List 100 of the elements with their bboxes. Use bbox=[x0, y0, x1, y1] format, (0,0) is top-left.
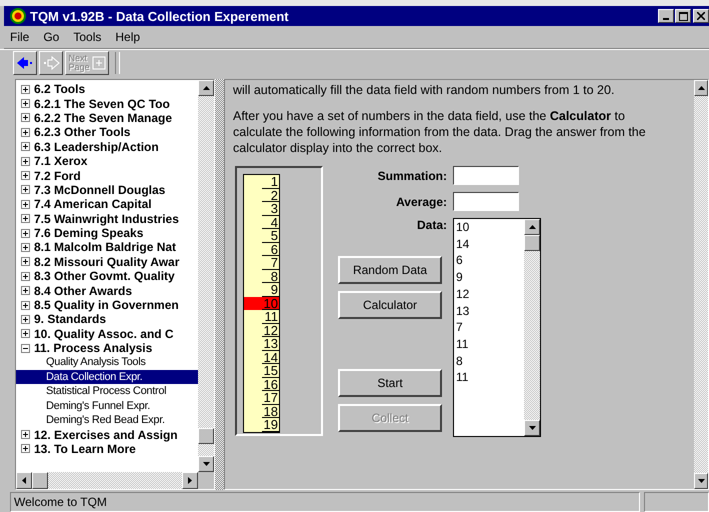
input-field[interactable] bbox=[453, 166, 519, 185]
tree-item[interactable]: Data Collection Expr. bbox=[16, 370, 198, 384]
tape-row-text: 14 bbox=[261, 350, 279, 364]
expander-icon[interactable] bbox=[21, 128, 30, 137]
instruction-text: After you have a set of numbers in the data field, use the Calculator to calculate the following information from the data. Drag the answer from the calculator display into the correct box. bbox=[233, 108, 647, 156]
expander-icon[interactable] bbox=[21, 171, 30, 180]
data-value: 11 bbox=[456, 369, 470, 386]
tree-item[interactable]: Quality Analysis Tools bbox=[16, 355, 198, 370]
expander-icon[interactable] bbox=[21, 286, 30, 296]
tape-row-text: 12 bbox=[261, 324, 279, 337]
expander-icon[interactable] bbox=[21, 300, 30, 310]
expander-icon[interactable] bbox=[21, 228, 30, 238]
tape-row-text: 18 bbox=[261, 404, 279, 418]
expander-icon[interactable] bbox=[21, 185, 30, 194]
expander-icon[interactable] bbox=[21, 430, 30, 440]
scrollbar[interactable] bbox=[694, 80, 708, 489]
expander-icon[interactable] bbox=[21, 444, 30, 454]
app-icon bbox=[10, 8, 26, 24]
expander-icon[interactable] bbox=[21, 142, 30, 152]
expander-icon[interactable] bbox=[21, 214, 30, 224]
expander-icon[interactable] bbox=[21, 314, 30, 324]
tree-item[interactable]: 7.3 McDonnell Douglas bbox=[34, 182, 166, 197]
tape-row: 11 bbox=[244, 310, 279, 324]
tree-item[interactable]: 7.5 Wainwright Industries bbox=[34, 212, 179, 226]
tree-item[interactable]: 8.2 Missouri Quality Awar bbox=[34, 254, 180, 269]
data-value: 7 bbox=[456, 319, 464, 336]
tape-row-text: 13 bbox=[261, 337, 279, 350]
tree-item[interactable]: 9. Standards bbox=[34, 312, 106, 326]
tree-item[interactable]: 6.2.2 The Seven Manage bbox=[34, 110, 172, 125]
tape-row: 8 bbox=[244, 270, 279, 283]
menu-item[interactable]: Help bbox=[115, 30, 140, 44]
maximize-button[interactable] bbox=[675, 9, 691, 23]
tape-row-text: 17 bbox=[261, 391, 279, 404]
tape-row: 10 bbox=[244, 296, 279, 310]
tree-item[interactable]: 7.6 Deming Speaks bbox=[34, 226, 144, 240]
menu-item[interactable]: Go bbox=[43, 30, 60, 44]
expander-icon[interactable] bbox=[21, 257, 30, 266]
tree-item[interactable]: 8.1 Malcolm Baldrige Nat bbox=[34, 240, 176, 254]
scrollbar[interactable] bbox=[198, 80, 214, 472]
expander-icon[interactable] bbox=[21, 156, 30, 166]
tree-item[interactable]: 6.2 Tools bbox=[34, 82, 86, 96]
tree-item[interactable]: Deming's Red Bead Expr. bbox=[16, 412, 198, 428]
data-value: 11 bbox=[456, 336, 470, 353]
tree-item[interactable]: 6.2.1 The Seven QC Too bbox=[34, 96, 170, 111]
field-label: Data: bbox=[416, 218, 447, 232]
tree-item[interactable]: 12. Exercises and Assign bbox=[34, 428, 178, 442]
data-value: 10 bbox=[456, 219, 470, 236]
right-arrow-icon bbox=[188, 477, 192, 484]
tree-item[interactable]: 8.5 Quality in Governmen bbox=[34, 298, 179, 312]
tree-item[interactable]: 6.2.3 Other Tools bbox=[34, 125, 130, 140]
tree-item[interactable]: 6.3 Leadership/Action bbox=[34, 140, 159, 154]
expander-icon[interactable] bbox=[21, 329, 30, 338]
close-button[interactable] bbox=[693, 9, 709, 23]
scrollbar[interactable] bbox=[16, 472, 198, 489]
expander-icon[interactable] bbox=[21, 242, 30, 252]
data-value: 13 bbox=[456, 302, 470, 320]
tape-row: 4 bbox=[244, 216, 279, 229]
tree-item[interactable]: Deming's Funnel Expr. bbox=[16, 398, 198, 413]
up-arrow-icon bbox=[528, 225, 536, 229]
data-value: 14 bbox=[456, 236, 470, 252]
expander-icon[interactable] bbox=[21, 200, 30, 209]
action-button[interactable]: Start bbox=[338, 369, 442, 397]
tape-row: 2 bbox=[244, 188, 279, 202]
input-field[interactable] bbox=[453, 192, 519, 211]
expander-icon[interactable] bbox=[21, 113, 30, 122]
scroll-thumb[interactable] bbox=[198, 428, 214, 444]
expander-icon[interactable] bbox=[21, 84, 30, 94]
tape-row: 5 bbox=[244, 229, 279, 242]
scroll-thumb[interactable] bbox=[32, 472, 48, 489]
tree-item[interactable]: 8.4 Other Awards bbox=[34, 284, 132, 298]
expander-icon[interactable] bbox=[21, 272, 30, 281]
up-arrow-icon bbox=[698, 86, 704, 90]
minimize-button[interactable] bbox=[658, 9, 674, 23]
expander-icon[interactable] bbox=[21, 99, 30, 108]
tree-item[interactable]: 7.4 American Capital bbox=[34, 197, 152, 212]
status-text: Welcome to TQM bbox=[10, 492, 640, 512]
menu-item[interactable]: Tools bbox=[73, 30, 102, 44]
data-list[interactable]: 10 14 6 9 12 13 7 11 8 11 bbox=[453, 218, 541, 437]
action-button[interactable]: Random Data bbox=[338, 256, 442, 284]
instruction-text: will automatically fill the data field with random numbers from 1 to 20. bbox=[233, 82, 616, 98]
tree-item[interactable]: 13. To Learn More bbox=[34, 442, 136, 456]
expander-icon[interactable] bbox=[21, 344, 30, 353]
data-value: 8 bbox=[456, 352, 464, 370]
back-button[interactable] bbox=[13, 51, 37, 75]
tree-item[interactable]: 7.1 Xerox bbox=[34, 154, 88, 168]
tree-item[interactable]: 8.3 Other Govmt. Quality bbox=[34, 269, 175, 284]
menu-item[interactable]: File bbox=[10, 30, 30, 44]
up-arrow-icon bbox=[202, 86, 210, 90]
close-icon bbox=[697, 12, 705, 20]
tree-item[interactable]: Statistical Process Control bbox=[16, 384, 198, 399]
splitter[interactable] bbox=[215, 79, 224, 490]
down-arrow-icon bbox=[528, 426, 536, 430]
tree-item[interactable]: 10. Quality Assoc. and C bbox=[34, 326, 174, 341]
action-button[interactable]: Calculator bbox=[338, 291, 442, 319]
status-panel bbox=[644, 492, 709, 512]
scroll-thumb[interactable] bbox=[524, 235, 540, 251]
tree-item[interactable]: 7.2 Ford bbox=[34, 168, 81, 183]
tree-item[interactable]: 11. Process Analysis bbox=[34, 341, 152, 356]
scrollbar[interactable] bbox=[524, 219, 540, 436]
right-arrow-icon bbox=[42, 56, 60, 70]
